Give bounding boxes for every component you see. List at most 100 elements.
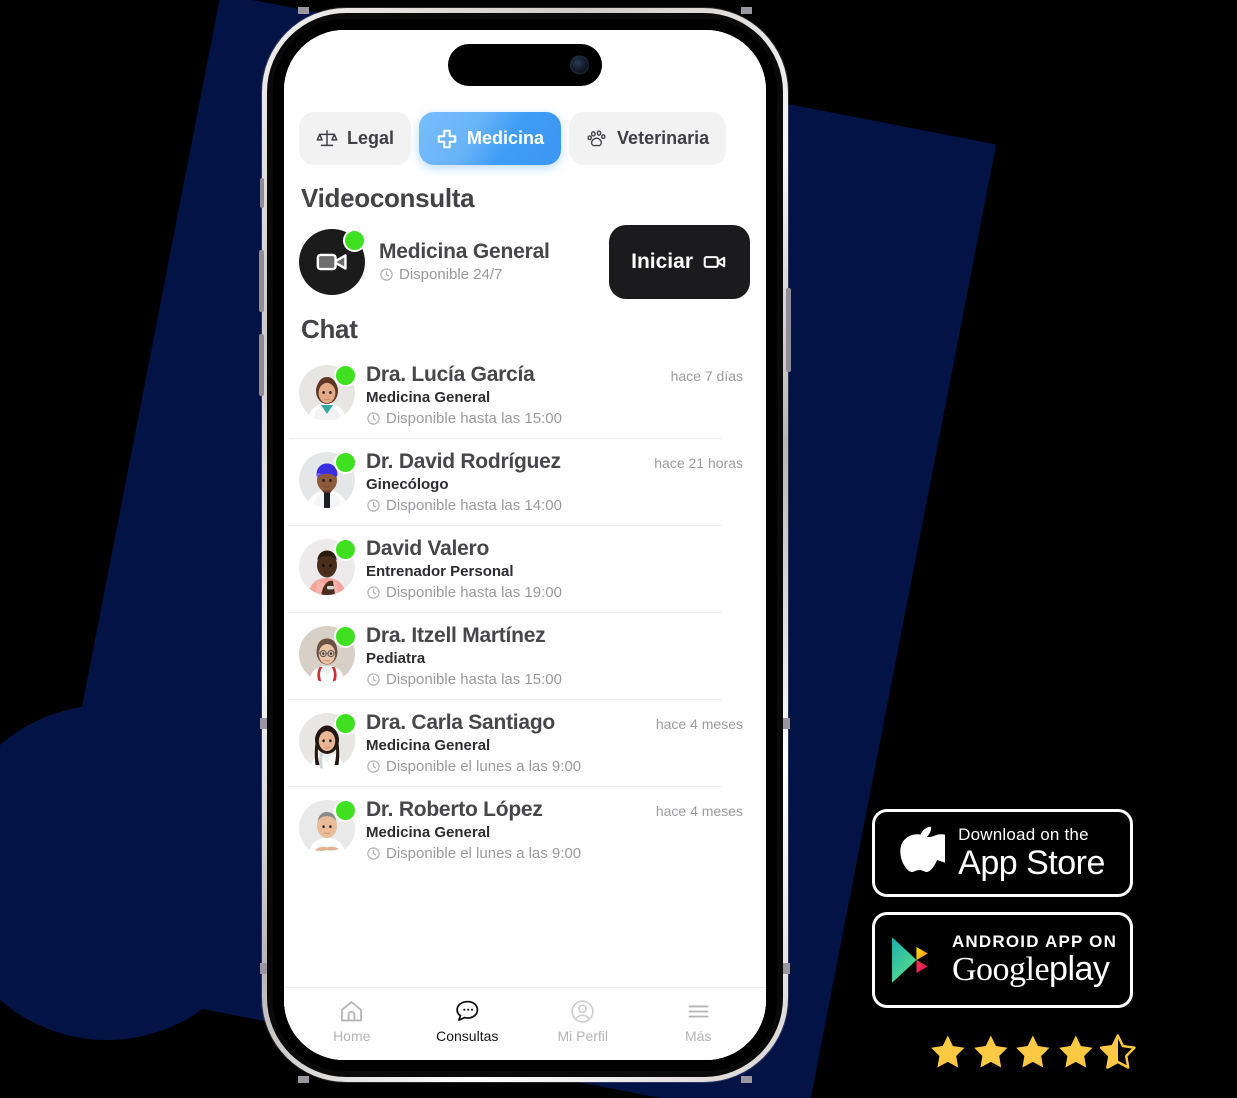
app-store-badge-text: Download on the App Store bbox=[958, 826, 1105, 880]
list-item-body: Dr. David Rodríguez hace 21 horas Ginecó… bbox=[366, 450, 766, 514]
star-icon-half bbox=[1100, 1034, 1137, 1069]
tab-veterinaria[interactable]: Veterinaria bbox=[569, 112, 727, 165]
contact-availability: Disponible hasta las 14:00 bbox=[366, 497, 758, 514]
app-store-line2: App Store bbox=[958, 844, 1105, 882]
list-item[interactable]: Dra. Carla Santiago hace 4 meses Medicin… bbox=[284, 699, 766, 786]
antenna-band-top-left bbox=[298, 7, 309, 14]
last-message-time: hace 4 meses bbox=[655, 803, 743, 819]
power-button[interactable] bbox=[786, 288, 791, 372]
contact-name: Dra. Carla Santiago bbox=[366, 711, 555, 734]
contact-name: Dra. Lucía García bbox=[366, 363, 535, 386]
videoconsulta-avatar bbox=[299, 229, 366, 295]
phone-screen: Legal Medicina Veterinaria Videoconsulta… bbox=[284, 30, 766, 1060]
tab-legal[interactable]: Legal bbox=[299, 112, 412, 165]
last-message-time: hace 21 horas bbox=[654, 455, 743, 471]
list-item-body: Dra. Itzell Martínez Pediatra Disponible… bbox=[366, 624, 766, 688]
front-camera-icon bbox=[570, 55, 589, 75]
medical-cross-icon bbox=[436, 128, 458, 150]
antenna-band-left-low bbox=[260, 963, 267, 974]
list-item-header: Dr. David Rodríguez hace 21 horas bbox=[366, 450, 758, 474]
videoconsulta-row[interactable]: Medicina General Disponible 24/7 Iniciar bbox=[284, 220, 766, 304]
last-message-time: hace 4 meses bbox=[655, 716, 743, 732]
videoconsulta-info: Medicina General Disponible 24/7 bbox=[379, 241, 597, 283]
list-item-header: David Valero bbox=[366, 537, 758, 561]
antenna-band-top-right bbox=[741, 7, 752, 14]
volume-down-button[interactable] bbox=[259, 334, 264, 396]
list-item-body: Dra. Carla Santiago hace 4 meses Medicin… bbox=[366, 711, 766, 775]
star-icon-full bbox=[973, 1035, 1008, 1068]
apple-logo-icon bbox=[900, 826, 946, 872]
google-play-badge[interactable]: ANDROID APP ON Googleplay bbox=[875, 915, 1130, 1005]
avatar bbox=[299, 538, 357, 595]
nav-item-home-label: Home bbox=[333, 1028, 371, 1044]
contact-specialty: Pediatra bbox=[366, 650, 426, 667]
start-videoconsulta-button[interactable]: Iniciar bbox=[609, 225, 750, 299]
list-item[interactable]: Dr. Roberto López hace 4 meses Medicina … bbox=[284, 786, 766, 873]
status-dot-online bbox=[334, 712, 357, 735]
avatar bbox=[299, 364, 357, 421]
nav-item-consultas-label: Consultas bbox=[436, 1028, 499, 1044]
contact-availability-label: Disponible hasta las 14:00 bbox=[386, 497, 562, 514]
hamburger-menu-icon bbox=[688, 1005, 709, 1018]
chat-list: Dra. Lucía García hace 7 días Medicina G… bbox=[284, 351, 766, 987]
list-item-header: Dra. Carla Santiago hace 4 meses bbox=[366, 711, 758, 735]
list-item-body: David Valero Entrenador Personal Disponi… bbox=[366, 537, 766, 601]
contact-name: Dra. Itzell Martínez bbox=[366, 624, 546, 647]
videoconsulta-title: Videoconsulta bbox=[301, 183, 475, 213]
contact-availability: Disponible hasta las 15:00 bbox=[366, 410, 758, 427]
clock-icon bbox=[367, 760, 380, 773]
status-dot-online bbox=[334, 625, 357, 648]
contact-availability: Disponible el lunes a las 9:00 bbox=[366, 758, 758, 775]
contact-name: Dr. David Rodríguez bbox=[366, 450, 561, 473]
last-message-time: hace 7 días bbox=[670, 368, 743, 384]
list-item[interactable]: David Valero Entrenador Personal Disponi… bbox=[284, 525, 766, 612]
avatar bbox=[299, 799, 357, 856]
nav-item-mi-perfil-label: Mi Perfil bbox=[557, 1028, 609, 1044]
avatar bbox=[299, 712, 357, 769]
status-dot-online bbox=[343, 229, 366, 252]
antenna-band-right-low bbox=[783, 963, 790, 974]
clock-icon bbox=[367, 847, 380, 860]
volume-up-button[interactable] bbox=[259, 250, 264, 312]
google-play-line2: Googleplay bbox=[952, 952, 1117, 987]
contact-specialty: Medicina General bbox=[366, 389, 491, 406]
app-store-badge[interactable]: Download on the App Store bbox=[875, 812, 1130, 894]
contact-availability: Disponible hasta las 19:00 bbox=[366, 584, 758, 601]
list-item[interactable]: Dra. Itzell Martínez Pediatra Disponible… bbox=[284, 612, 766, 699]
contact-name: David Valero bbox=[366, 537, 490, 560]
clock-icon bbox=[367, 499, 380, 512]
list-item-header: Dra. Lucía García hace 7 días bbox=[366, 363, 758, 387]
phone-mockup: Legal Medicina Veterinaria Videoconsulta… bbox=[259, 7, 791, 1083]
clock-icon bbox=[367, 586, 380, 599]
dynamic-island bbox=[448, 44, 602, 86]
app-container: Legal Medicina Veterinaria Videoconsulta… bbox=[284, 30, 766, 1060]
list-item[interactable]: Dr. David Rodríguez hace 21 horas Ginecó… bbox=[284, 438, 766, 525]
silent-switch[interactable] bbox=[260, 178, 264, 208]
antenna-band-left-mid bbox=[260, 718, 267, 729]
nav-item-home[interactable]: Home bbox=[294, 998, 410, 1044]
paw-icon bbox=[586, 128, 608, 150]
list-item[interactable]: Dra. Lucía García hace 7 días Medicina G… bbox=[284, 351, 766, 438]
contact-specialty: Entrenador Personal bbox=[366, 563, 514, 580]
google-play-triangle-icon bbox=[892, 937, 928, 983]
contact-availability-label: Disponible hasta las 19:00 bbox=[386, 584, 562, 601]
video-camera-icon bbox=[316, 253, 347, 271]
videoconsulta-availability-label: Disponible 24/7 bbox=[399, 265, 503, 283]
clock-icon bbox=[367, 412, 380, 425]
star-rating bbox=[928, 1028, 1138, 1076]
star-icon-full bbox=[1058, 1035, 1093, 1068]
videoconsulta-availability: Disponible 24/7 bbox=[379, 266, 597, 283]
home-icon bbox=[341, 1001, 363, 1022]
chat-title: Chat bbox=[301, 314, 358, 344]
list-item-body: Dr. Roberto López hace 4 meses Medicina … bbox=[366, 798, 766, 862]
tab-medicina[interactable]: Medicina bbox=[419, 112, 562, 165]
start-button-label: Iniciar bbox=[631, 250, 693, 273]
nav-item-mas[interactable]: Más bbox=[641, 998, 757, 1044]
nav-item-consultas[interactable]: Consultas bbox=[410, 998, 526, 1044]
contact-availability: Disponible el lunes a las 9:00 bbox=[366, 845, 758, 862]
bottom-navigation: Home Consultas Mi Perfil Más bbox=[284, 987, 766, 1060]
status-dot-online bbox=[334, 451, 357, 474]
google-play-suffix: play bbox=[1049, 950, 1110, 988]
nav-item-mi-perfil[interactable]: Mi Perfil bbox=[525, 998, 641, 1044]
nav-item-mas-label: Más bbox=[685, 1028, 712, 1044]
